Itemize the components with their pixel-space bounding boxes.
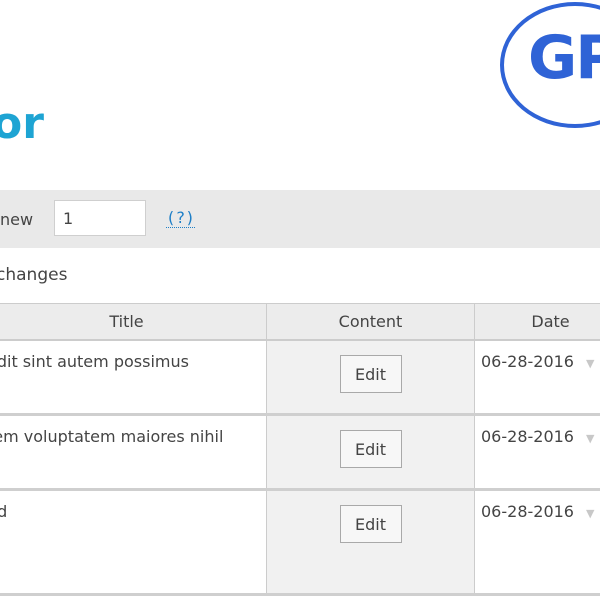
cell-date: 06-28-2016 ▼ (474, 414, 600, 491)
settings-number-input[interactable] (54, 200, 146, 236)
dropdown-arrow-icon[interactable]: ▼ (586, 432, 594, 445)
edit-button[interactable]: Edit (339, 355, 402, 393)
settings-bar: new (?) (0, 190, 600, 248)
settings-label: new (0, 210, 34, 229)
edit-button[interactable]: Edit (339, 430, 402, 468)
table-row: edit sint autem possimus Edit 06-28-2016… (0, 340, 600, 416)
cell-title: tem voluptatem maiores nihil (0, 414, 267, 491)
changes-label: changes (0, 265, 68, 285)
column-header-content: Content (266, 303, 475, 341)
logo-badge: GP (500, 2, 600, 128)
posts-table: Title Content Date edit sint autem possi… (0, 303, 600, 596)
row-title: tem voluptatem maiores nihil (0, 427, 224, 446)
cell-content: Edit (266, 340, 475, 416)
dropdown-arrow-icon[interactable]: ▼ (586, 357, 594, 370)
cell-date: 06-28-2016 ▼ (474, 489, 600, 596)
cell-date: 06-28-2016 ▼ (474, 340, 600, 416)
row-title: edit sint autem possimus (0, 352, 189, 371)
help-link[interactable]: (?) (166, 209, 195, 228)
row-date: 06-28-2016 (481, 352, 574, 371)
edit-button[interactable]: Edit (339, 505, 402, 543)
page-title: or (0, 98, 44, 149)
cell-content: Edit (266, 414, 475, 491)
row-title: ud (0, 502, 8, 521)
row-date: 06-28-2016 (481, 427, 574, 446)
row-date: 06-28-2016 (481, 502, 574, 521)
cell-content: Edit (266, 489, 475, 596)
page: GP or new (?) changes Title Content Date… (0, 0, 600, 600)
logo-text: GP (528, 23, 600, 93)
column-header-date[interactable]: Date (474, 303, 600, 341)
cell-title: ud (0, 489, 267, 596)
column-header-title[interactable]: Title (0, 303, 267, 341)
table-row: tem voluptatem maiores nihil Edit 06-28-… (0, 414, 600, 491)
dropdown-arrow-icon[interactable]: ▼ (586, 507, 594, 520)
table-header-row: Title Content Date (0, 303, 600, 341)
table-row: ud Edit 06-28-2016 ▼ (0, 489, 600, 596)
cell-title: edit sint autem possimus (0, 340, 267, 416)
